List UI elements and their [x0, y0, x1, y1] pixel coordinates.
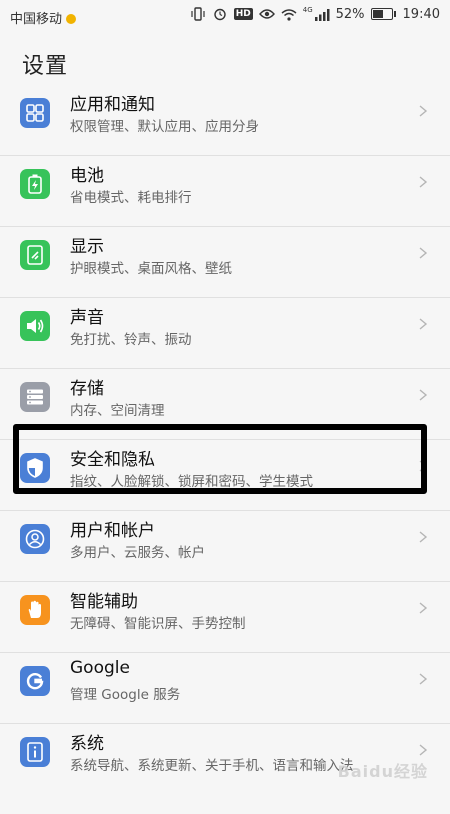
- item-subtitle: 免打扰、铃声、振动: [70, 332, 192, 348]
- signal-icon: [314, 6, 330, 22]
- item-title: 应用和通知: [70, 95, 155, 115]
- settings-item-users-accounts[interactable]: 用户和帐户 多用户、云服务、帐户: [0, 511, 450, 582]
- carrier-name: 中国移动: [10, 8, 77, 27]
- item-subtitle: 护眼模式、桌面风格、壁纸: [70, 261, 232, 277]
- item-title: 智能辅助: [70, 592, 138, 612]
- battery-status-icon: [370, 8, 396, 20]
- page-title: 设置: [22, 54, 69, 79]
- info-icon: [20, 737, 50, 767]
- status-icons: HD 4G 52% 19:40: [190, 6, 440, 22]
- item-subtitle: 多用户、云服务、帐户: [70, 545, 205, 561]
- google-icon: [20, 666, 50, 696]
- shield-icon: [20, 453, 50, 483]
- user-icon: [20, 524, 50, 554]
- item-subtitle: 管理 Google 服务: [70, 687, 181, 703]
- item-title: 声音: [70, 308, 104, 328]
- settings-item-apps-notifications[interactable]: 应用和通知 权限管理、默认应用、应用分身: [0, 85, 450, 156]
- chevron-right-icon: [419, 389, 428, 401]
- chevron-right-icon: [419, 602, 428, 614]
- storage-icon: [20, 382, 50, 412]
- chevron-right-icon: [419, 673, 428, 685]
- item-title: 存储: [70, 379, 104, 399]
- settings-item-security-privacy[interactable]: 安全和隐私 指纹、人脸解锁、锁屏和密码、学生模式: [0, 440, 450, 511]
- settings-list: 应用和通知 权限管理、默认应用、应用分身 电池 省电模式、耗电排行 显示 护眼模…: [0, 85, 450, 814]
- wifi-icon: [281, 6, 297, 22]
- vibrate-icon: [190, 6, 206, 22]
- network-type-label: 4G: [302, 6, 313, 14]
- settings-item-sound[interactable]: 声音 免打扰、铃声、振动: [0, 298, 450, 369]
- item-subtitle: 权限管理、默认应用、应用分身: [70, 119, 259, 135]
- item-subtitle: 内存、空间清理: [70, 403, 165, 419]
- chevron-right-icon: [419, 531, 428, 543]
- settings-item-battery[interactable]: 电池 省电模式、耗电排行: [0, 156, 450, 227]
- item-title: Google: [70, 658, 130, 678]
- hand-icon: [20, 595, 50, 625]
- item-subtitle: 无障碍、智能识屏、手势控制: [70, 616, 246, 632]
- battery-icon: [20, 169, 50, 199]
- chevron-right-icon: [419, 105, 428, 117]
- chevron-right-icon: [419, 318, 428, 330]
- chevron-right-icon: [419, 744, 428, 756]
- settings-item-smart-assist[interactable]: 智能辅助 无障碍、智能识屏、手势控制: [0, 582, 450, 653]
- settings-item-google[interactable]: Google 管理 Google 服务: [0, 653, 450, 724]
- display-icon: [20, 240, 50, 270]
- status-bar: 中国移动 HD 4G 52% 19:40: [0, 0, 450, 32]
- speaker-icon: [20, 311, 50, 341]
- watermark: Baidu经验: [337, 762, 428, 781]
- battery-fill: [372, 10, 383, 18]
- notification-dot-icon: [66, 14, 77, 24]
- chevron-right-icon: [419, 247, 428, 259]
- item-title: 用户和帐户: [70, 521, 155, 541]
- settings-item-storage[interactable]: 存储 内存、空间清理: [0, 369, 450, 440]
- item-title: 电池: [70, 166, 104, 186]
- item-title: 显示: [70, 237, 104, 257]
- item-subtitle: 省电模式、耗电排行: [70, 190, 192, 206]
- battery-percent: 52%: [335, 6, 365, 22]
- item-title: 安全和隐私: [70, 450, 155, 470]
- apps-grid-icon: [20, 98, 50, 128]
- clock: 19:40: [402, 6, 440, 22]
- item-subtitle: 指纹、人脸解锁、锁屏和密码、学生模式: [70, 474, 313, 490]
- chevron-right-icon: [419, 460, 428, 472]
- chevron-right-icon: [419, 176, 428, 188]
- settings-item-display[interactable]: 显示 护眼模式、桌面风格、壁纸: [0, 227, 450, 298]
- item-title: 系统: [70, 734, 104, 754]
- hd-icon: HD: [233, 8, 253, 20]
- eye-icon: [258, 6, 275, 22]
- alarm-icon: [212, 6, 228, 22]
